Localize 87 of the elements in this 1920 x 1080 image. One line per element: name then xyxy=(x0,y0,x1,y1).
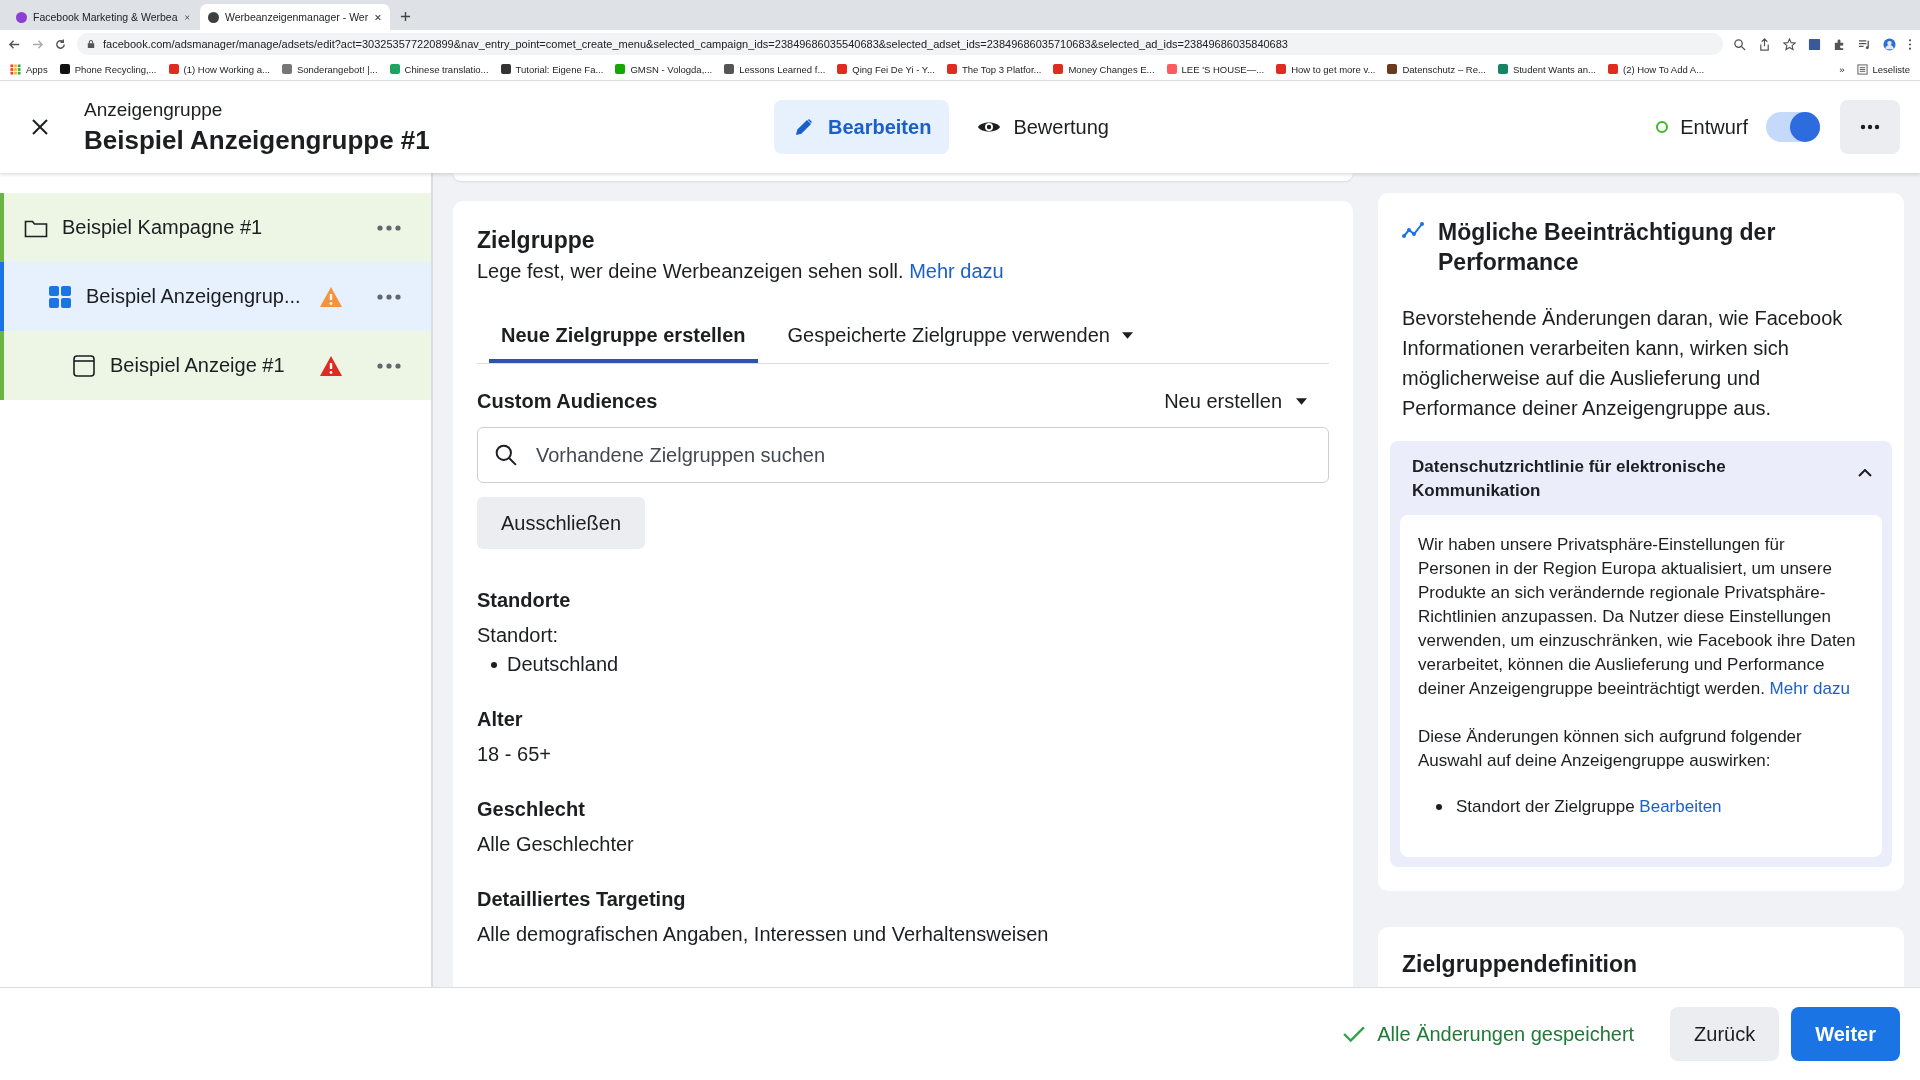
chevron-icon[interactable] xyxy=(1858,469,1872,477)
status-label: Entwurf xyxy=(1680,115,1748,139)
new-tab-icon[interactable] xyxy=(400,11,411,22)
bookmark[interactable]: Phone Recycling,... xyxy=(59,63,157,75)
browser-tab[interactable]: Werbeanzeigenmanager - Wer xyxy=(200,4,390,30)
bookmark[interactable]: Qing Fei De Yi - Y... xyxy=(837,63,935,75)
mode-tab[interactable]: Bewertung xyxy=(959,100,1127,154)
address-bar[interactable]: facebook.com/adsmanager/manage/adsets/edit?act=303253577220899&nav_entry_point=comet_create_menu&selected_campaign_ids=23849686035540683&selected_adset_ids=23849686035710683&selected_ad_ids=23849686035840683 xyxy=(77,33,1723,55)
trend-icon xyxy=(1402,221,1426,239)
bullet-icon xyxy=(1436,804,1442,810)
avatar-icon[interactable] xyxy=(1883,37,1896,51)
bookmark[interactable]: How to get more v... xyxy=(1276,63,1376,75)
learn-more-link[interactable]: Mehr dazu xyxy=(1769,679,1850,698)
apps-icon xyxy=(10,63,21,75)
section-heading: Alter xyxy=(477,708,524,731)
bookmark[interactable]: Tutorial: Eigene Fa... xyxy=(500,63,604,75)
list-icon xyxy=(1856,63,1868,75)
section-heading: Detailliertes Targeting xyxy=(477,888,687,911)
bookmark[interactable]: Student Wants an... xyxy=(1497,63,1596,75)
grid-icon xyxy=(48,285,72,308)
card-title: Zielgruppendefinition xyxy=(1402,950,1639,979)
bookmark[interactable]: Money Changes E... xyxy=(1053,63,1155,75)
toggle-switch[interactable] xyxy=(1766,112,1820,142)
puzzle-icon[interactable] xyxy=(1833,37,1846,51)
privacy-text: Wir haben unsere Privatsphäre-Einstellungen für Personen in der Region Europa aktualisiert, um unsere Produkte an sich verändernde regionale Privatsphäre-Richtlinien anzupassen. Da Nutzer diese Einstellungen verwenden, um einzuschränken, wie Facebook ihre Daten verarbeitet, können die Auslieferung und Performance deiner Anzeigengruppe beeinträchtigt werden. Mehr dazu xyxy=(1418,534,1857,700)
bookmark[interactable]: Datenschutz – Re... xyxy=(1387,63,1486,75)
section-heading: Standorte xyxy=(477,589,572,612)
tree-item[interactable]: Beispiel Anzeigengrup... xyxy=(0,262,431,331)
bookmark[interactable]: Lessons Learned f... xyxy=(724,63,826,75)
bookmark[interactable]: Apps xyxy=(10,63,48,75)
more-icon xyxy=(1860,124,1880,130)
create-dropdown[interactable]: Neu erstellen xyxy=(1164,390,1329,413)
search-icon xyxy=(495,444,517,466)
more-icon[interactable] xyxy=(377,224,401,231)
accordion-title: Datenschutzrichtlinie für elektronische Kommunikation xyxy=(1412,456,1727,502)
card-text: Bevorstehende Änderungen daran, wie Facebook Informationen verarbeiten kann, wirken sich möglicherweise auf die Auslieferung und Performance deiner Anzeigengruppe aus. xyxy=(1402,306,1844,421)
edit-link[interactable]: Bearbeiten xyxy=(1639,797,1722,816)
page-subtitle: Anzeigengruppe xyxy=(84,98,224,121)
ad-icon xyxy=(72,354,96,377)
audience-tab[interactable]: Neue Zielgruppe erstellen xyxy=(489,311,758,363)
card-title: Mögliche Beeinträchtigung der Performance xyxy=(1438,218,1777,277)
more-icon[interactable] xyxy=(377,293,401,300)
bookmark[interactable]: GMSN - Vologda,... xyxy=(615,63,713,75)
exclude-button[interactable]: Ausschließen xyxy=(477,497,646,549)
back-button[interactable]: Zurück xyxy=(1670,1007,1780,1061)
more-icon[interactable] xyxy=(377,362,401,369)
field-value: Alle Geschlechter xyxy=(477,833,635,856)
extension-icon[interactable] xyxy=(1808,37,1821,51)
field-label: Standort: xyxy=(477,624,560,647)
bookmark[interactable]: (1) How Working a... xyxy=(168,63,270,75)
section-heading: Custom Audiences xyxy=(477,390,658,413)
bookmark[interactable]: Sonderangebot! |... xyxy=(281,63,378,75)
section-heading: Geschlecht xyxy=(477,798,586,821)
save-status: Alle Änderungen gespeichert xyxy=(1377,1022,1635,1046)
share-icon[interactable] xyxy=(1758,37,1771,51)
next-button[interactable]: Weiter xyxy=(1791,1007,1900,1061)
card-title: Zielgruppe xyxy=(477,227,596,254)
page-title: Beispiel Anzeigengruppe #1 xyxy=(84,124,431,156)
star-icon[interactable] xyxy=(1783,37,1796,51)
bullet-icon xyxy=(491,661,497,668)
card-subtitle: Lege fest, wer deine Werbeanzeigen sehen soll. Mehr dazu xyxy=(477,260,1005,283)
bookmark[interactable]: The Top 3 Platfor... xyxy=(946,63,1042,75)
mode-tab[interactable]: Bearbeiten xyxy=(774,100,950,154)
bookmark[interactable]: Chinese translatio... xyxy=(389,63,489,75)
reading-list-button[interactable]: Leseliste xyxy=(1856,63,1910,75)
privacy-text: Diese Änderungen können sich aufgrund folgender Auswahl auf deine Anzeigengruppe auswirken: xyxy=(1418,726,1803,772)
status-dot xyxy=(1656,121,1669,133)
caret-icon xyxy=(1296,398,1307,405)
check-icon xyxy=(1343,1025,1366,1043)
browser-tab[interactable]: Facebook Marketing & Werbea xyxy=(8,4,198,30)
bookmark[interactable]: (2) How To Add A... xyxy=(1607,63,1705,75)
close-icon[interactable] xyxy=(30,117,50,137)
learn-more-link[interactable]: Mehr dazu xyxy=(909,260,1004,282)
search-field[interactable]: Vorhandene Zielgruppen suchen xyxy=(477,427,1329,483)
field-value: Alle demografischen Angaben, Interessen und Verhaltensweisen xyxy=(477,923,1050,946)
tree-item[interactable]: Beispiel Kampagne #1 xyxy=(0,193,431,262)
menu-icon[interactable] xyxy=(1908,37,1912,51)
bookmark[interactable]: LEE 'S HOUSE—... xyxy=(1166,63,1265,75)
reload-icon[interactable] xyxy=(54,37,67,51)
media-icon[interactable] xyxy=(1858,37,1871,51)
affected-item: Standort der Zielgruppe Bearbeiten xyxy=(1456,797,1722,817)
audience-tab[interactable]: Gespeicherte Zielgruppe verwenden xyxy=(775,311,1145,363)
location-item: Deutschland xyxy=(507,653,619,676)
zoom-icon[interactable] xyxy=(1733,37,1746,51)
more-bookmarks-button[interactable]: » xyxy=(1839,63,1845,75)
tree-item[interactable]: Beispiel Anzeige #1 xyxy=(0,331,431,400)
field-value: 18 - 65+ xyxy=(477,743,552,766)
